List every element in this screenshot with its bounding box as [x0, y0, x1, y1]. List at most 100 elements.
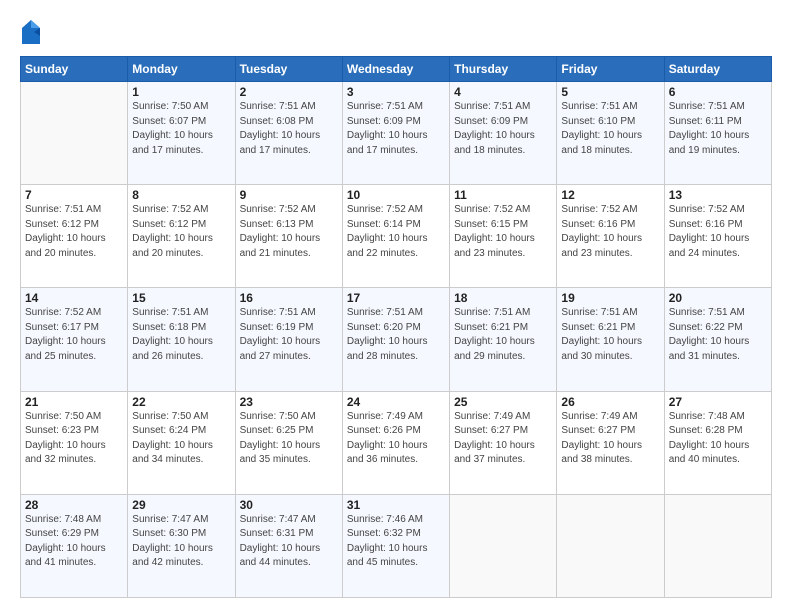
- day-number: 9: [240, 188, 338, 202]
- day-number: 12: [561, 188, 659, 202]
- day-info: Sunrise: 7:50 AMSunset: 6:07 PMDaylight:…: [132, 100, 230, 158]
- calendar-header-row: SundayMondayTuesdayWednesdayThursdayFrid…: [21, 57, 772, 82]
- day-info: Sunrise: 7:51 AMSunset: 6:10 PMDaylight:…: [561, 100, 659, 158]
- calendar-cell: 2Sunrise: 7:51 AMSunset: 6:08 PMDaylight…: [235, 82, 342, 185]
- day-info: Sunrise: 7:52 AMSunset: 6:16 PMDaylight:…: [561, 203, 659, 261]
- day-number: 28: [25, 498, 123, 512]
- day-number: 24: [347, 395, 445, 409]
- day-info: Sunrise: 7:47 AMSunset: 6:31 PMDaylight:…: [240, 513, 338, 571]
- day-number: 29: [132, 498, 230, 512]
- calendar-cell: 20Sunrise: 7:51 AMSunset: 6:22 PMDayligh…: [664, 288, 771, 391]
- day-number: 11: [454, 188, 552, 202]
- day-info: Sunrise: 7:52 AMSunset: 6:13 PMDaylight:…: [240, 203, 338, 261]
- calendar-cell: 21Sunrise: 7:50 AMSunset: 6:23 PMDayligh…: [21, 391, 128, 494]
- day-info: Sunrise: 7:52 AMSunset: 6:17 PMDaylight:…: [25, 306, 123, 364]
- calendar-cell: 11Sunrise: 7:52 AMSunset: 6:15 PMDayligh…: [450, 185, 557, 288]
- day-info: Sunrise: 7:51 AMSunset: 6:09 PMDaylight:…: [347, 100, 445, 158]
- calendar-cell: 25Sunrise: 7:49 AMSunset: 6:27 PMDayligh…: [450, 391, 557, 494]
- day-number: 19: [561, 291, 659, 305]
- day-info: Sunrise: 7:47 AMSunset: 6:30 PMDaylight:…: [132, 513, 230, 571]
- day-info: Sunrise: 7:51 AMSunset: 6:11 PMDaylight:…: [669, 100, 767, 158]
- calendar-header-monday: Monday: [128, 57, 235, 82]
- calendar-cell: 16Sunrise: 7:51 AMSunset: 6:19 PMDayligh…: [235, 288, 342, 391]
- day-info: Sunrise: 7:51 AMSunset: 6:21 PMDaylight:…: [454, 306, 552, 364]
- calendar-cell: 27Sunrise: 7:48 AMSunset: 6:28 PMDayligh…: [664, 391, 771, 494]
- day-number: 4: [454, 85, 552, 99]
- calendar-cell: [21, 82, 128, 185]
- calendar-cell: 22Sunrise: 7:50 AMSunset: 6:24 PMDayligh…: [128, 391, 235, 494]
- day-info: Sunrise: 7:52 AMSunset: 6:12 PMDaylight:…: [132, 203, 230, 261]
- calendar-cell: 19Sunrise: 7:51 AMSunset: 6:21 PMDayligh…: [557, 288, 664, 391]
- calendar-header-wednesday: Wednesday: [342, 57, 449, 82]
- day-info: Sunrise: 7:51 AMSunset: 6:12 PMDaylight:…: [25, 203, 123, 261]
- calendar-week-4: 21Sunrise: 7:50 AMSunset: 6:23 PMDayligh…: [21, 391, 772, 494]
- day-info: Sunrise: 7:46 AMSunset: 6:32 PMDaylight:…: [347, 513, 445, 571]
- day-info: Sunrise: 7:51 AMSunset: 6:18 PMDaylight:…: [132, 306, 230, 364]
- calendar-week-1: 1Sunrise: 7:50 AMSunset: 6:07 PMDaylight…: [21, 82, 772, 185]
- calendar-header-saturday: Saturday: [664, 57, 771, 82]
- calendar-header-tuesday: Tuesday: [235, 57, 342, 82]
- calendar-cell: 18Sunrise: 7:51 AMSunset: 6:21 PMDayligh…: [450, 288, 557, 391]
- calendar-cell: 14Sunrise: 7:52 AMSunset: 6:17 PMDayligh…: [21, 288, 128, 391]
- day-info: Sunrise: 7:49 AMSunset: 6:27 PMDaylight:…: [561, 410, 659, 468]
- day-info: Sunrise: 7:50 AMSunset: 6:24 PMDaylight:…: [132, 410, 230, 468]
- day-number: 22: [132, 395, 230, 409]
- day-number: 27: [669, 395, 767, 409]
- day-info: Sunrise: 7:52 AMSunset: 6:16 PMDaylight:…: [669, 203, 767, 261]
- calendar-cell: 31Sunrise: 7:46 AMSunset: 6:32 PMDayligh…: [342, 494, 449, 597]
- day-number: 13: [669, 188, 767, 202]
- day-info: Sunrise: 7:51 AMSunset: 6:22 PMDaylight:…: [669, 306, 767, 364]
- day-info: Sunrise: 7:49 AMSunset: 6:26 PMDaylight:…: [347, 410, 445, 468]
- calendar-cell: 1Sunrise: 7:50 AMSunset: 6:07 PMDaylight…: [128, 82, 235, 185]
- day-number: 26: [561, 395, 659, 409]
- calendar-cell: 13Sunrise: 7:52 AMSunset: 6:16 PMDayligh…: [664, 185, 771, 288]
- page: SundayMondayTuesdayWednesdayThursdayFrid…: [0, 0, 792, 612]
- day-info: Sunrise: 7:49 AMSunset: 6:27 PMDaylight:…: [454, 410, 552, 468]
- day-info: Sunrise: 7:50 AMSunset: 6:23 PMDaylight:…: [25, 410, 123, 468]
- calendar-cell: 6Sunrise: 7:51 AMSunset: 6:11 PMDaylight…: [664, 82, 771, 185]
- calendar-cell: 26Sunrise: 7:49 AMSunset: 6:27 PMDayligh…: [557, 391, 664, 494]
- calendar-cell: 7Sunrise: 7:51 AMSunset: 6:12 PMDaylight…: [21, 185, 128, 288]
- calendar-cell: 12Sunrise: 7:52 AMSunset: 6:16 PMDayligh…: [557, 185, 664, 288]
- calendar-cell: 24Sunrise: 7:49 AMSunset: 6:26 PMDayligh…: [342, 391, 449, 494]
- day-number: 17: [347, 291, 445, 305]
- calendar-header-thursday: Thursday: [450, 57, 557, 82]
- calendar-header-sunday: Sunday: [21, 57, 128, 82]
- calendar-week-2: 7Sunrise: 7:51 AMSunset: 6:12 PMDaylight…: [21, 185, 772, 288]
- logo: [20, 18, 46, 46]
- logo-icon: [20, 18, 42, 46]
- day-number: 18: [454, 291, 552, 305]
- calendar-header-friday: Friday: [557, 57, 664, 82]
- day-info: Sunrise: 7:52 AMSunset: 6:15 PMDaylight:…: [454, 203, 552, 261]
- day-number: 31: [347, 498, 445, 512]
- day-info: Sunrise: 7:51 AMSunset: 6:09 PMDaylight:…: [454, 100, 552, 158]
- calendar-cell: [557, 494, 664, 597]
- day-info: Sunrise: 7:48 AMSunset: 6:29 PMDaylight:…: [25, 513, 123, 571]
- day-number: 20: [669, 291, 767, 305]
- calendar-week-3: 14Sunrise: 7:52 AMSunset: 6:17 PMDayligh…: [21, 288, 772, 391]
- calendar-cell: 10Sunrise: 7:52 AMSunset: 6:14 PMDayligh…: [342, 185, 449, 288]
- calendar-week-5: 28Sunrise: 7:48 AMSunset: 6:29 PMDayligh…: [21, 494, 772, 597]
- day-number: 8: [132, 188, 230, 202]
- day-info: Sunrise: 7:50 AMSunset: 6:25 PMDaylight:…: [240, 410, 338, 468]
- day-info: Sunrise: 7:52 AMSunset: 6:14 PMDaylight:…: [347, 203, 445, 261]
- day-number: 7: [25, 188, 123, 202]
- calendar-cell: 3Sunrise: 7:51 AMSunset: 6:09 PMDaylight…: [342, 82, 449, 185]
- day-number: 3: [347, 85, 445, 99]
- day-number: 2: [240, 85, 338, 99]
- day-info: Sunrise: 7:51 AMSunset: 6:19 PMDaylight:…: [240, 306, 338, 364]
- calendar-cell: 9Sunrise: 7:52 AMSunset: 6:13 PMDaylight…: [235, 185, 342, 288]
- day-info: Sunrise: 7:48 AMSunset: 6:28 PMDaylight:…: [669, 410, 767, 468]
- calendar-cell: 28Sunrise: 7:48 AMSunset: 6:29 PMDayligh…: [21, 494, 128, 597]
- calendar-cell: [450, 494, 557, 597]
- day-info: Sunrise: 7:51 AMSunset: 6:21 PMDaylight:…: [561, 306, 659, 364]
- day-number: 14: [25, 291, 123, 305]
- calendar-cell: 29Sunrise: 7:47 AMSunset: 6:30 PMDayligh…: [128, 494, 235, 597]
- day-number: 1: [132, 85, 230, 99]
- day-number: 16: [240, 291, 338, 305]
- calendar-cell: 15Sunrise: 7:51 AMSunset: 6:18 PMDayligh…: [128, 288, 235, 391]
- calendar-cell: 17Sunrise: 7:51 AMSunset: 6:20 PMDayligh…: [342, 288, 449, 391]
- day-number: 30: [240, 498, 338, 512]
- day-info: Sunrise: 7:51 AMSunset: 6:08 PMDaylight:…: [240, 100, 338, 158]
- calendar-cell: 23Sunrise: 7:50 AMSunset: 6:25 PMDayligh…: [235, 391, 342, 494]
